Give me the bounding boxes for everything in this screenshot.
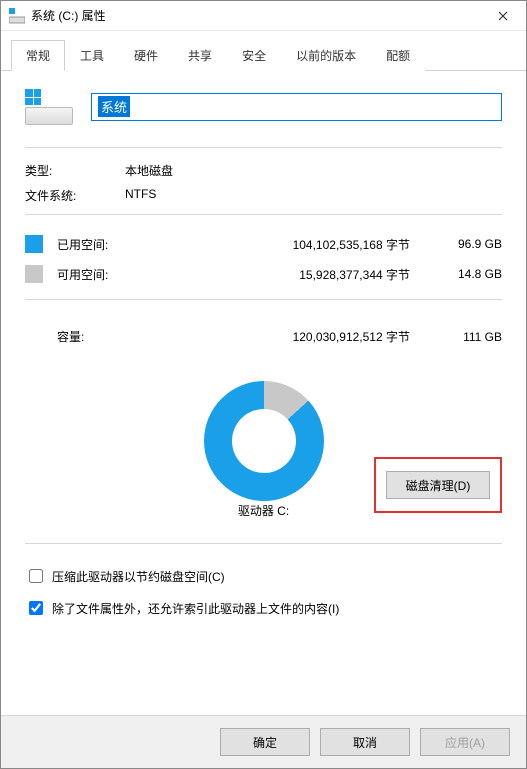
dialog-footer: 确定 取消 应用(A)	[1, 715, 526, 768]
usage-pie-chart	[204, 381, 324, 501]
used-color-swatch	[25, 235, 43, 253]
index-checkbox-row[interactable]: 除了文件属性外，还允许索引此驱动器上文件的内容(I)	[25, 598, 502, 618]
capacity-gb: 111 GB	[430, 330, 502, 344]
disk-cleanup-button[interactable]: 磁盘清理(D)	[386, 471, 490, 499]
highlight-box: 磁盘清理(D)	[374, 457, 502, 513]
tab-2[interactable]: 硬件	[119, 40, 173, 71]
tab-bar: 常规工具硬件共享安全以前的版本配额	[1, 31, 526, 71]
drive-name-value: 系统	[98, 96, 130, 117]
titlebar: 系统 (C:) 属性	[1, 1, 526, 31]
ok-button[interactable]: 确定	[220, 728, 310, 756]
tab-5[interactable]: 以前的版本	[281, 40, 371, 71]
tab-1[interactable]: 工具	[65, 40, 119, 71]
tab-panel-general: 系统 类型: 本地磁盘 文件系统: NTFS 已用空间: 104,102,535…	[1, 71, 526, 715]
window-title: 系统 (C:) 属性	[31, 7, 480, 24]
used-space-label: 已用空间:	[57, 236, 153, 253]
tab-6[interactable]: 配额	[371, 40, 425, 71]
index-label: 除了文件属性外，还允许索引此驱动器上文件的内容(I)	[52, 600, 339, 617]
capacity-bytes: 120,030,912,512 字节	[153, 328, 430, 345]
index-checkbox[interactable]	[29, 601, 43, 615]
close-button[interactable]	[480, 1, 526, 31]
tab-3[interactable]: 共享	[173, 40, 227, 71]
cancel-button[interactable]: 取消	[320, 728, 410, 756]
drive-icon	[9, 8, 25, 24]
tab-0[interactable]: 常规	[11, 40, 65, 71]
free-color-swatch	[25, 265, 43, 283]
properties-dialog: 系统 (C:) 属性 常规工具硬件共享安全以前的版本配额 系统 类型: 本地磁盘…	[0, 0, 527, 769]
divider	[25, 543, 502, 544]
free-space-bytes: 15,928,377,344 字节	[153, 266, 430, 283]
compress-checkbox[interactable]	[29, 569, 43, 583]
used-space-gb: 96.9 GB	[430, 237, 502, 251]
free-space-gb: 14.8 GB	[430, 267, 502, 281]
divider	[25, 214, 502, 215]
capacity-label: 容量:	[25, 328, 153, 345]
drive-caption: 驱动器 C:	[238, 502, 289, 519]
type-value: 本地磁盘	[125, 162, 173, 179]
apply-button[interactable]: 应用(A)	[420, 728, 510, 756]
compress-label: 压缩此驱动器以节约磁盘空间(C)	[52, 568, 225, 585]
divider	[25, 147, 502, 148]
free-space-label: 可用空间:	[57, 266, 153, 283]
drive-large-icon	[25, 89, 73, 125]
filesystem-label: 文件系统:	[25, 187, 125, 204]
filesystem-value: NTFS	[125, 187, 156, 204]
compress-checkbox-row[interactable]: 压缩此驱动器以节约磁盘空间(C)	[25, 566, 502, 586]
divider	[25, 299, 502, 300]
drive-name-input[interactable]: 系统	[91, 93, 502, 121]
used-space-bytes: 104,102,535,168 字节	[153, 236, 430, 253]
tab-4[interactable]: 安全	[227, 40, 281, 71]
type-label: 类型:	[25, 162, 125, 179]
